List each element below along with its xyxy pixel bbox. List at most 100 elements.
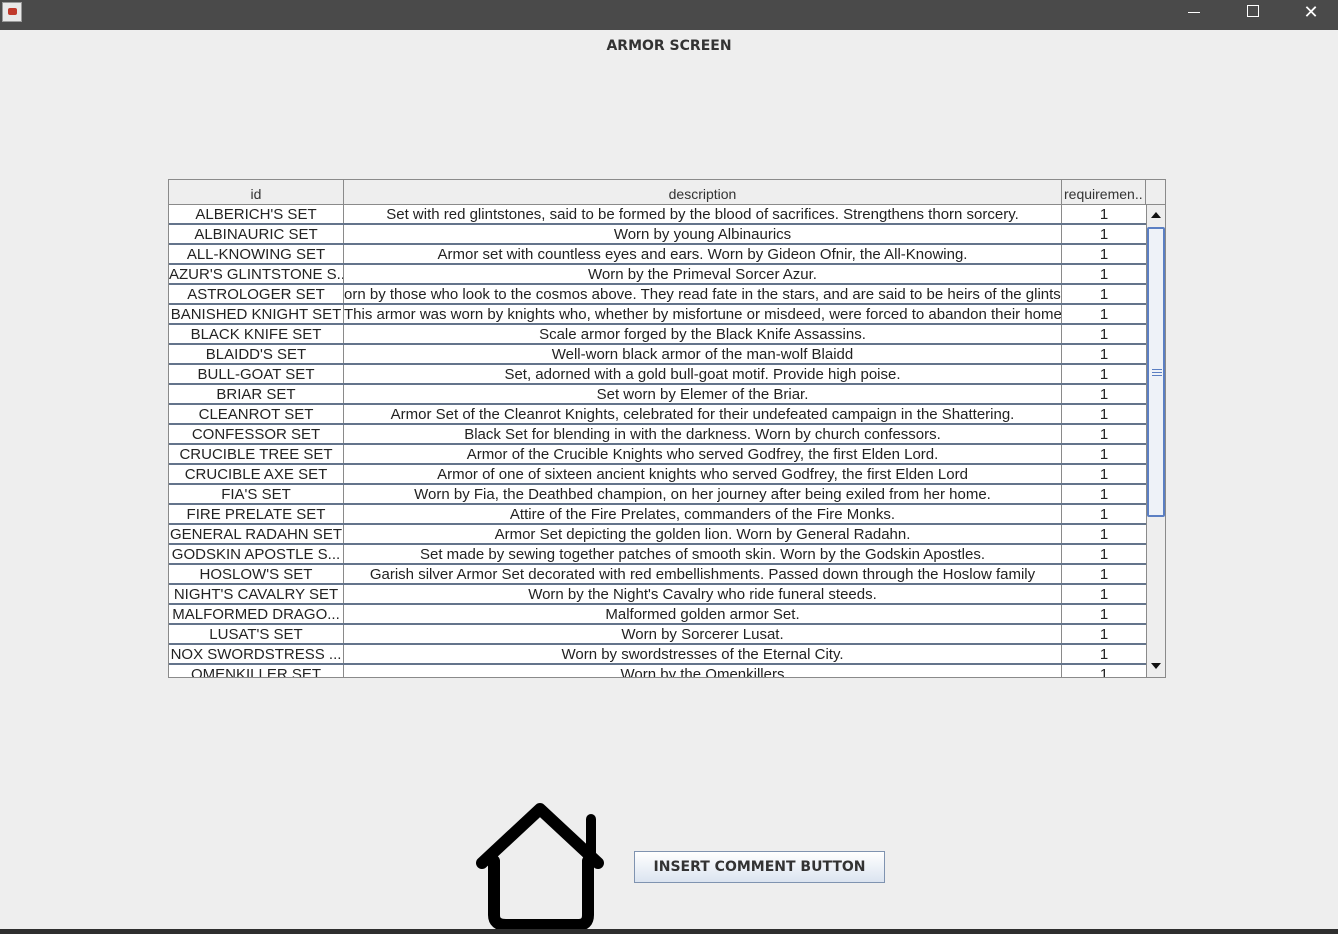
cell-requirement: 1 xyxy=(1099,486,1109,503)
cell-requirement: 1 xyxy=(1099,326,1109,343)
cell-id: BLAIDD'S SET xyxy=(169,345,344,363)
grip-line xyxy=(1152,375,1162,376)
table-row[interactable]: OMENKILLER SET Worn by the Omenkillers 1 xyxy=(169,665,1146,677)
cell-description: Malformed golden armor Set. xyxy=(344,605,1062,623)
cell-requirement: 1 xyxy=(1099,506,1109,523)
table-row[interactable]: ALBINAURIC SET Worn by young Albinaurics 1 xyxy=(169,225,1146,245)
table-row[interactable]: CRUCIBLE AXE SET Armor of one of sixteen … xyxy=(169,465,1146,485)
cell-id: FIRE PRELATE SET xyxy=(169,505,344,523)
cell-id: AZUR'S GLINTSTONE S... xyxy=(169,265,344,283)
cell-id: GENERAL RADAHN SET xyxy=(169,525,344,543)
maximize-button[interactable] xyxy=(1224,0,1282,30)
table-row[interactable]: FIRE PRELATE SET Attire of the Fire Prela… xyxy=(169,505,1146,525)
column-header-requirement[interactable]: requiremen.. xyxy=(1062,180,1146,205)
vertical-scrollbar[interactable] xyxy=(1146,205,1165,677)
cell-id: BLACK KNIFE SET xyxy=(169,325,344,343)
table-row[interactable]: HOSLOW'S SET Garish silver Armor Set deco… xyxy=(169,565,1146,585)
arrow-down-icon[interactable] xyxy=(1147,658,1165,675)
table-row[interactable]: ASTROLOGER SET orn by those who look to t… xyxy=(169,285,1146,305)
cell-description: Set worn by Elemer of the Briar. xyxy=(344,385,1062,403)
cell-requirement: 1 xyxy=(1099,566,1109,583)
cell-description: Garish silver Armor Set decorated with r… xyxy=(344,565,1062,583)
table-row[interactable]: BLACK KNIFE SET Scale armor forged by the… xyxy=(169,325,1146,345)
cell-requirement: 1 xyxy=(1099,466,1109,483)
cell-id: FIA'S SET xyxy=(169,485,344,503)
cell-id: NIGHT'S CAVALRY SET xyxy=(169,585,344,603)
cell-id: BULL-GOAT SET xyxy=(169,365,344,383)
cell-requirement: 1 xyxy=(1099,286,1109,303)
column-header-description[interactable]: description xyxy=(344,180,1062,205)
table-row[interactable]: MALFORMED DRAGO... Malformed golden armor… xyxy=(169,605,1146,625)
table-row[interactable]: GODSKIN APOSTLE S... Set made by sewing t… xyxy=(169,545,1146,565)
cell-id: HOSLOW'S SET xyxy=(169,565,344,583)
cell-description: Worn by Sorcerer Lusat. xyxy=(344,625,1062,643)
cell-requirement: 1 xyxy=(1099,206,1109,223)
column-header-id[interactable]: id xyxy=(169,180,344,205)
armor-table: id description requiremen.. ALBERICH'S S… xyxy=(168,179,1166,678)
cell-description: Armor of one of sixteen ancient knights … xyxy=(344,465,1062,483)
cell-id: CRUCIBLE TREE SET xyxy=(169,445,344,463)
arrow-up-icon[interactable] xyxy=(1147,207,1165,224)
cell-id: LUSAT'S SET xyxy=(169,625,344,643)
java-app-icon xyxy=(2,2,22,22)
cell-requirement: 1 xyxy=(1099,366,1109,383)
grip-line xyxy=(1152,369,1162,370)
insert-comment-button[interactable]: INSERT COMMENT BUTTON xyxy=(634,851,885,883)
cell-requirement: 1 xyxy=(1099,626,1109,643)
cell-id: ALBERICH'S SET xyxy=(169,205,344,223)
cell-requirement: 1 xyxy=(1099,646,1109,663)
minimize-button[interactable] xyxy=(1164,0,1222,30)
table-row[interactable]: CLEANROT SET Armor Set of the Cleanrot Kn… xyxy=(169,405,1146,425)
cell-id: ALL-KNOWING SET xyxy=(169,245,344,263)
close-button[interactable]: ✕ xyxy=(1282,0,1338,30)
cell-description: This armor was worn by knights who, whet… xyxy=(344,305,1062,323)
cell-description: Scale armor forged by the Black Knife As… xyxy=(344,325,1062,343)
cell-id: CRUCIBLE AXE SET xyxy=(169,465,344,483)
cell-description: Armor set with countless eyes and ears. … xyxy=(344,245,1062,263)
table-row[interactable]: CONFESSOR SET Black Set for blending in w… xyxy=(169,425,1146,445)
cell-description: Set with red glintstones, said to be for… xyxy=(344,205,1062,223)
cell-id: ASTROLOGER SET xyxy=(169,285,344,303)
close-icon: ✕ xyxy=(1303,2,1319,23)
table-row[interactable]: CRUCIBLE TREE SET Armor of the Crucible K… xyxy=(169,445,1146,465)
cell-requirement: 1 xyxy=(1099,246,1109,263)
table-row[interactable]: BRIAR SET Set worn by Elemer of the Briar… xyxy=(169,385,1146,405)
cell-id: BRIAR SET xyxy=(169,385,344,403)
table-row[interactable]: BANISHED KNIGHT SET This armor was worn b… xyxy=(169,305,1146,325)
window-titlebar: ✕ xyxy=(0,0,1338,30)
maximize-icon xyxy=(1247,5,1259,17)
table-row[interactable]: ALBERICH'S SET Set with red glintstones, … xyxy=(169,205,1146,225)
cell-requirement: 1 xyxy=(1099,526,1109,543)
table-row[interactable]: AZUR'S GLINTSTONE S... Worn by the Primev… xyxy=(169,265,1146,285)
table-row[interactable]: ALL-KNOWING SET Armor set with countless … xyxy=(169,245,1146,265)
table-row[interactable]: GENERAL RADAHN SET Armor Set depicting th… xyxy=(169,525,1146,545)
home-icon[interactable] xyxy=(474,803,608,931)
cell-id: CONFESSOR SET xyxy=(169,425,344,443)
cell-requirement: 1 xyxy=(1099,346,1109,363)
page-title: ARMOR SCREEN xyxy=(606,38,732,54)
cell-id: BANISHED KNIGHT SET xyxy=(169,305,344,323)
cell-id: NOX SWORDSTRESS ... xyxy=(169,645,344,663)
cell-id: GODSKIN APOSTLE S... xyxy=(169,545,344,563)
cell-requirement: 1 xyxy=(1099,406,1109,423)
table-row[interactable]: BLAIDD'S SET Well-worn black armor of the… xyxy=(169,345,1146,365)
table-row[interactable]: BULL-GOAT SET Set, adorned with a gold bu… xyxy=(169,365,1146,385)
cell-description: Worn by swordstresses of the Eternal Cit… xyxy=(344,645,1062,663)
cell-requirement: 1 xyxy=(1099,226,1109,243)
cell-id: OMENKILLER SET xyxy=(169,665,344,677)
table-row[interactable]: LUSAT'S SET Worn by Sorcerer Lusat. 1 xyxy=(169,625,1146,645)
table-row[interactable]: NOX SWORDSTRESS ... Worn by swordstresses… xyxy=(169,645,1146,665)
cell-requirement: 1 xyxy=(1099,666,1109,677)
table-body: ALBERICH'S SET Set with red glintstones, … xyxy=(169,205,1146,677)
cell-description: Worn by the Primeval Sorcer Azur. xyxy=(344,265,1062,283)
grip-line xyxy=(1152,372,1162,373)
table-row[interactable]: NIGHT'S CAVALRY SET Worn by the Night's C… xyxy=(169,585,1146,605)
scrollbar-thumb[interactable] xyxy=(1147,227,1165,517)
table-row[interactable]: FIA'S SET Worn by Fia, the Deathbed champ… xyxy=(169,485,1146,505)
cell-requirement: 1 xyxy=(1099,266,1109,283)
minimize-icon xyxy=(1188,12,1200,13)
cell-requirement: 1 xyxy=(1099,426,1109,443)
cell-description: Armor Set depicting the golden lion. Wor… xyxy=(344,525,1062,543)
cell-description: Armor of the Crucible Knights who served… xyxy=(344,445,1062,463)
cell-requirement: 1 xyxy=(1099,386,1109,403)
